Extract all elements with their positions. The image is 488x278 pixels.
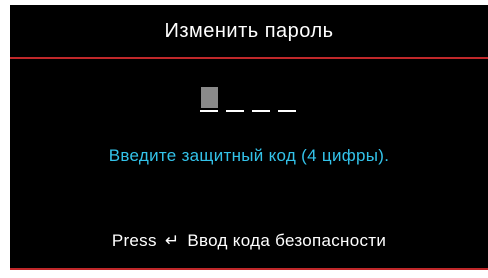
slot-underline xyxy=(278,110,296,112)
dialog-title: Изменить пароль xyxy=(164,19,334,42)
code-digit-slot-4[interactable] xyxy=(278,86,296,112)
slot-underline xyxy=(252,110,270,112)
footer-instruction: Press ↵ Ввод кода безопасности xyxy=(10,231,488,251)
change-password-dialog: Изменить пароль Введите защитный код (4 … xyxy=(0,0,488,278)
slot-underline xyxy=(226,110,244,112)
active-cursor-block xyxy=(201,87,218,108)
code-digit-slot-3[interactable] xyxy=(252,86,270,112)
press-label: Press xyxy=(111,231,157,250)
bottom-divider xyxy=(10,268,488,270)
dialog-title-bar: Изменить пароль xyxy=(10,5,488,57)
dialog-body: Введите защитный код (4 цифры). Press ↵ … xyxy=(10,59,488,268)
enter-return-icon: ↵ xyxy=(164,231,180,250)
slot-underline xyxy=(200,110,218,112)
code-digit-slot-1[interactable] xyxy=(200,86,218,112)
security-code-input[interactable] xyxy=(200,86,296,112)
enter-security-code-label: Ввод кода безопасности xyxy=(187,231,387,250)
code-digit-slot-2[interactable] xyxy=(226,86,244,112)
security-code-hint: Введите защитный код (4 цифры). xyxy=(108,146,390,165)
